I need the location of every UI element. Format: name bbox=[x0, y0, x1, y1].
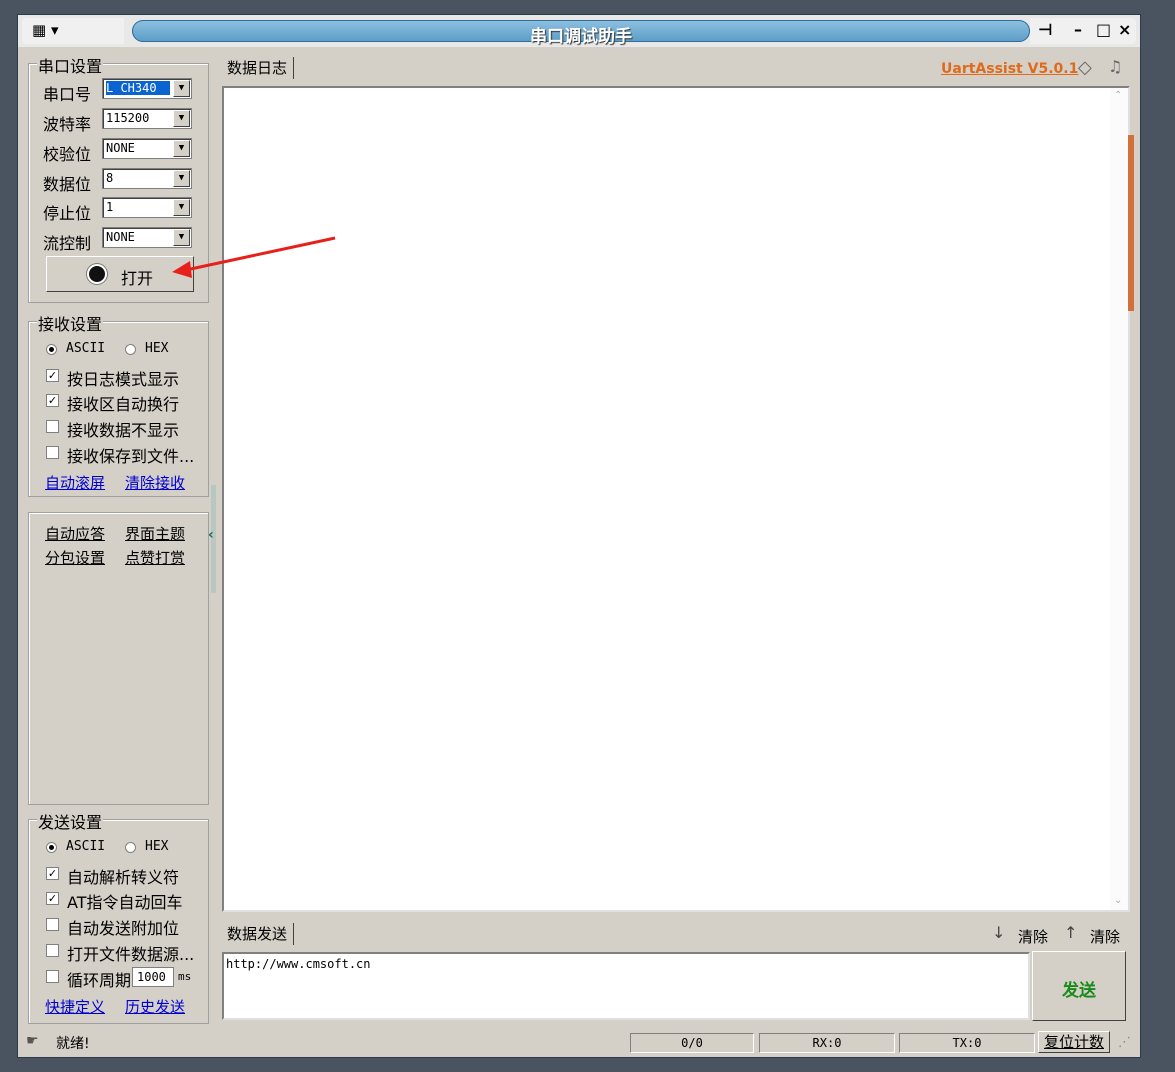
arrow-head bbox=[172, 261, 192, 278]
annotation-arrow bbox=[172, 236, 336, 278]
arrow-line bbox=[185, 236, 336, 272]
